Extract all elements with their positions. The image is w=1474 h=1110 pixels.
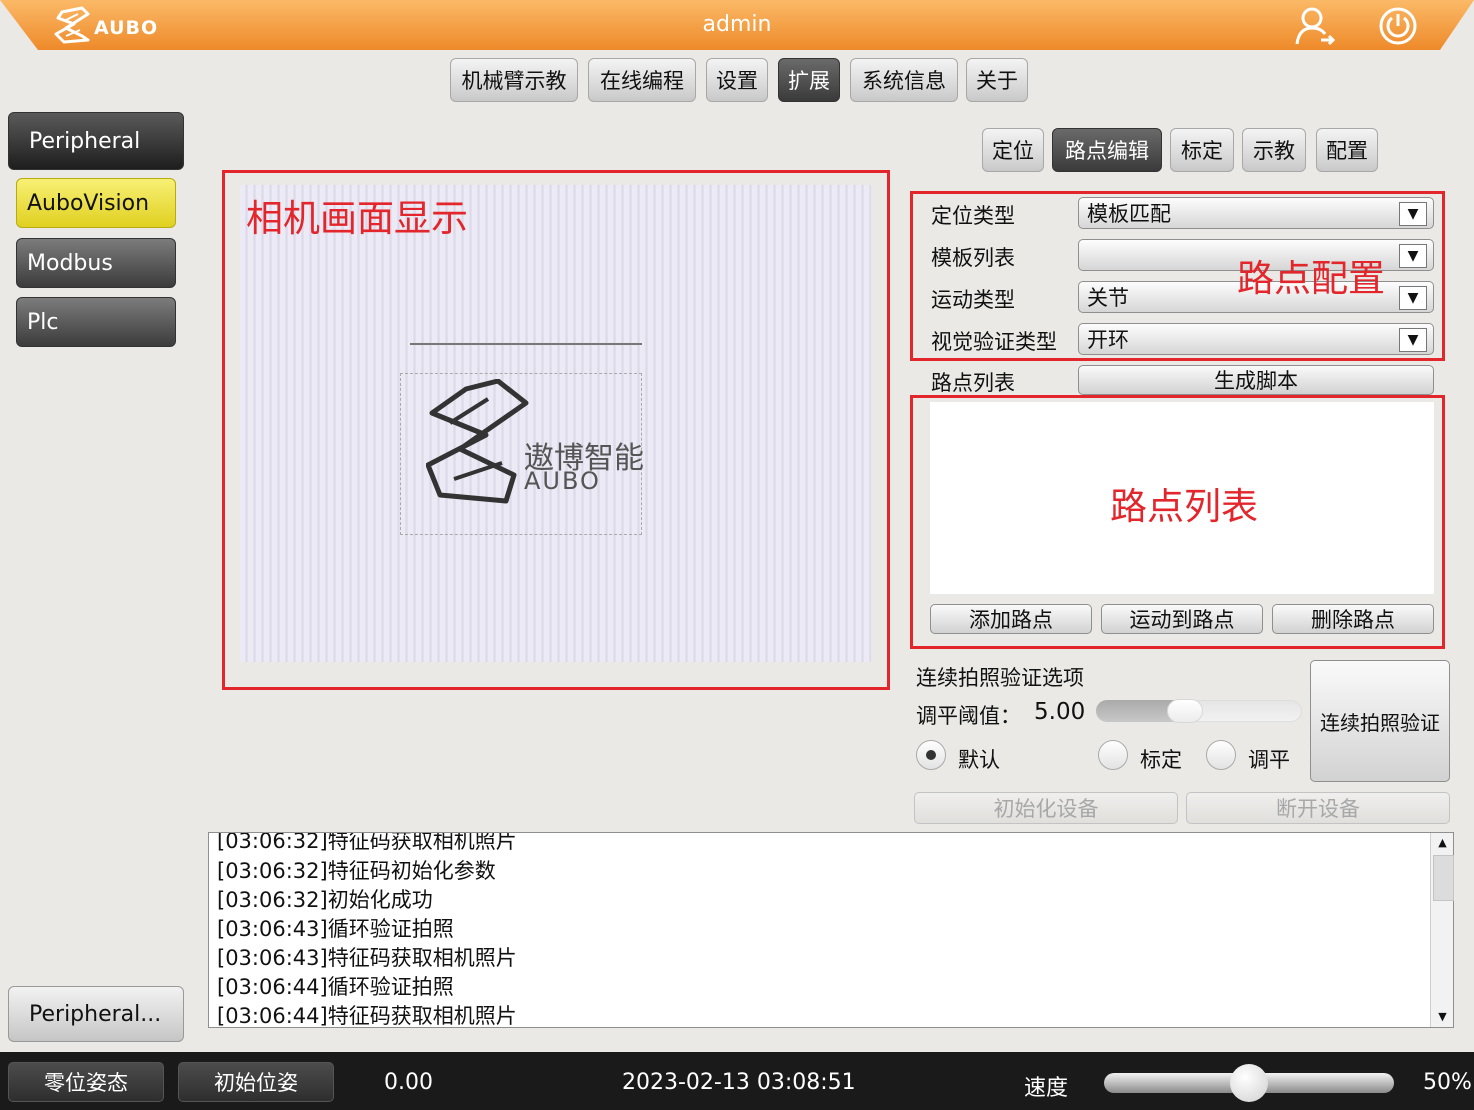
bottom-value: 0.00: [384, 1070, 433, 1095]
delete-waypoint-button[interactable]: 删除路点: [1272, 604, 1434, 634]
camera-line: [410, 343, 642, 345]
template-list-label: 模板列表: [931, 246, 1015, 270]
tab-settings[interactable]: 设置: [706, 58, 768, 102]
locate-type-select[interactable]: 模板匹配 ▼: [1078, 197, 1434, 229]
subtab-calibrate[interactable]: 标定: [1170, 128, 1234, 172]
continuous-verify-button[interactable]: 连续拍照验证: [1310, 660, 1450, 782]
log-line: [03:06:44]特征码获取相机照片: [217, 1004, 517, 1028]
speed-slider-handle[interactable]: [1230, 1064, 1268, 1102]
log-panel[interactable]: [03:06:32]特征码获取相机照片 [03:06:32]特征码初始化参数 […: [208, 832, 1454, 1028]
tab-arm-teach[interactable]: 机械臂示教: [450, 58, 578, 102]
motion-type-value: 关节: [1087, 286, 1129, 310]
radio-default[interactable]: [916, 740, 946, 770]
vision-verify-type-label: 视觉验证类型: [931, 330, 1057, 354]
camera-view: 遨博智能 AUBO: [240, 185, 871, 662]
radio-calibrate-label: 标定: [1140, 748, 1182, 772]
power-icon[interactable]: [1378, 6, 1418, 46]
chevron-down-icon: ▼: [1399, 244, 1427, 268]
tab-about[interactable]: 关于: [966, 58, 1028, 102]
sidebar-item-plc[interactable]: Plc: [16, 297, 176, 347]
motion-type-label: 运动类型: [931, 288, 1015, 312]
log-scrollbar[interactable]: ▲ ▼: [1430, 833, 1454, 1027]
waypoint-list-label: 路点列表: [931, 371, 1015, 395]
threshold-value: 5.00: [1034, 699, 1086, 725]
vision-verify-type-value: 开环: [1087, 328, 1129, 352]
config-annotation-label: 路点配置: [1237, 257, 1385, 300]
scroll-thumb[interactable]: [1433, 855, 1454, 901]
sidebar-item-aubovision[interactable]: AuboVision: [16, 178, 176, 228]
camera-logo-en: AUBO: [524, 467, 601, 495]
log-line: [03:06:32]特征码获取相机照片: [217, 832, 517, 853]
datetime: 2023-02-13 03:08:51: [622, 1070, 856, 1095]
sidebar-header-peripheral[interactable]: Peripheral: [8, 112, 184, 170]
radio-calibrate[interactable]: [1098, 740, 1128, 770]
scroll-up-arrow-icon[interactable]: ▲: [1431, 833, 1454, 853]
scroll-down-arrow-icon[interactable]: ▼: [1431, 1007, 1454, 1027]
tab-extension[interactable]: 扩展: [778, 58, 840, 102]
threshold-label: 调平阈值：: [916, 704, 1021, 728]
aubo-camera-logo-icon: [426, 379, 529, 504]
zero-pose-button[interactable]: 零位姿态: [8, 1062, 164, 1102]
generate-script-button[interactable]: 生成脚本: [1078, 365, 1434, 395]
current-user: admin: [702, 12, 772, 37]
chevron-down-icon: ▼: [1399, 328, 1427, 352]
radio-level[interactable]: [1206, 740, 1236, 770]
subtab-waypoint-edit[interactable]: 路点编辑: [1052, 128, 1162, 172]
sidebar-item-modbus[interactable]: Modbus: [16, 238, 176, 288]
locate-type-label: 定位类型: [931, 204, 1015, 228]
sidebar-footer-peripheral[interactable]: Peripheral...: [8, 986, 184, 1042]
waypoint-annotation-label: 路点列表: [1110, 485, 1258, 528]
radio-selected-dot: [926, 750, 936, 760]
continuous-verify-title: 连续拍照验证选项: [916, 666, 1084, 690]
init-device-button[interactable]: 初始化设备: [914, 792, 1178, 824]
subtab-locate[interactable]: 定位: [982, 128, 1044, 172]
camera-annotation-label: 相机画面显示: [246, 197, 468, 240]
radio-level-label: 调平: [1248, 748, 1290, 772]
log-line: [03:06:43]特征码获取相机照片: [217, 946, 517, 970]
log-line: [03:06:44]循环验证拍照: [217, 975, 454, 999]
vision-verify-type-select[interactable]: 开环 ▼: [1078, 323, 1434, 355]
locate-type-value: 模板匹配: [1087, 202, 1171, 226]
chevron-down-icon: ▼: [1399, 202, 1427, 226]
move-to-waypoint-button[interactable]: 运动到路点: [1101, 604, 1263, 634]
tab-online-programming[interactable]: 在线编程: [588, 58, 696, 102]
disconnect-device-button[interactable]: 断开设备: [1186, 792, 1450, 824]
log-line: [03:06:32]初始化成功: [217, 888, 433, 912]
subtab-config[interactable]: 配置: [1316, 128, 1378, 172]
chevron-down-icon: ▼: [1399, 286, 1427, 310]
subtab-teach[interactable]: 示教: [1242, 128, 1306, 172]
speed-label: 速度: [1024, 1076, 1069, 1101]
init-pose-button[interactable]: 初始位姿: [178, 1062, 334, 1102]
radio-default-label: 默认: [958, 748, 1000, 772]
speed-value: 50%: [1423, 1070, 1472, 1095]
add-waypoint-button[interactable]: 添加路点: [930, 604, 1092, 634]
tab-system-info[interactable]: 系统信息: [850, 58, 958, 102]
user-switch-icon[interactable]: [1293, 6, 1337, 46]
log-line: [03:06:32]特征码初始化参数: [217, 859, 496, 883]
log-line: [03:06:43]循环验证拍照: [217, 917, 454, 941]
threshold-slider-handle[interactable]: [1166, 699, 1203, 723]
